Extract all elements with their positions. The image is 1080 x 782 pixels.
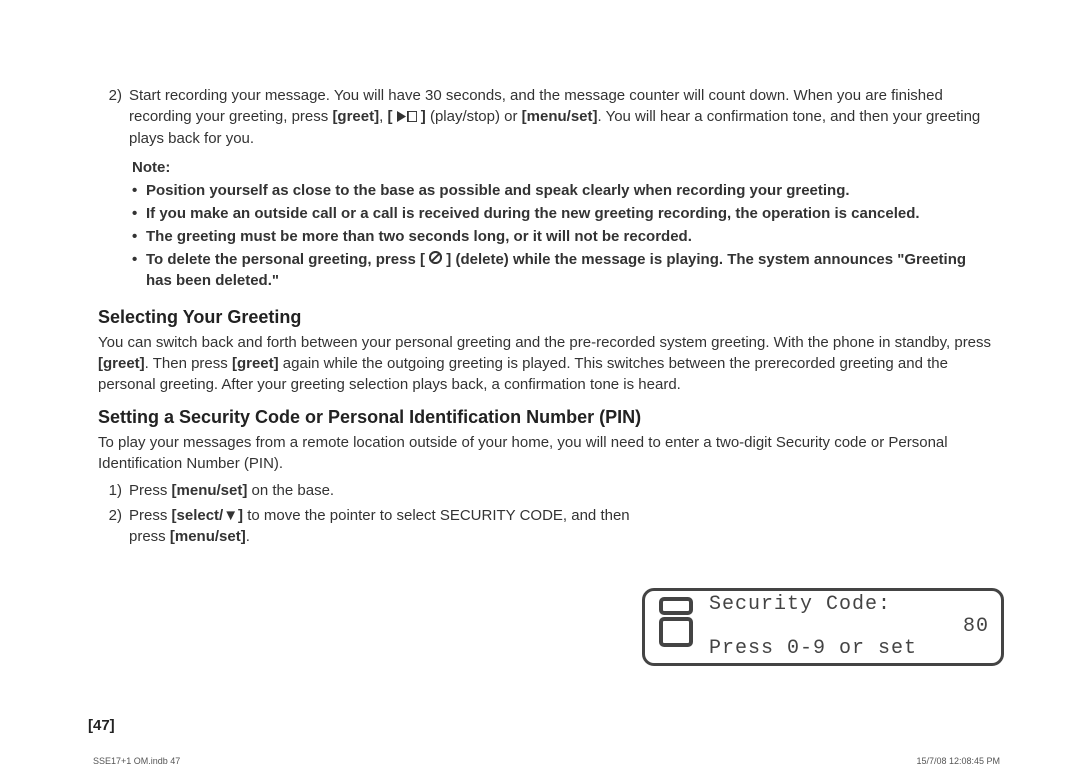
lcd-line-1: Security Code: (709, 594, 989, 616)
paragraph: You can switch back and forth between yo… (98, 332, 995, 395)
heading-selecting-greeting: Selecting Your Greeting (98, 305, 995, 330)
text: Press (129, 482, 172, 499)
delete-icon (429, 249, 442, 270)
text: on the base. (247, 482, 334, 499)
step-text: Press [menu/set] on the base. (122, 480, 334, 501)
greet-key: [greet] (98, 355, 145, 372)
step-text: Press [select/▼] to move the pointer to … (122, 505, 648, 547)
note-text: The greeting must be more than two secon… (146, 226, 692, 247)
heading-security-code: Setting a Security Code or Personal Iden… (98, 405, 995, 430)
play-stop-icon (397, 107, 417, 128)
step-1: 1) Press [menu/set] on the base. (98, 480, 648, 501)
text: . (246, 528, 250, 545)
text: (play/stop) or (426, 108, 522, 125)
note-text: To delete the personal greeting, press [… (146, 249, 995, 292)
page-number: [47] (88, 715, 115, 736)
bracket: [ (387, 108, 396, 125)
note-block: Note: • Position yourself as close to th… (98, 157, 995, 292)
menuset-key: [menu/set] (170, 528, 246, 545)
bullet-icon: • (132, 180, 146, 201)
text: Press (129, 507, 172, 524)
step-number: 2) (98, 85, 122, 149)
menuset-key: [menu/set] (172, 482, 248, 499)
paragraph: To play your messages from a remote loca… (98, 432, 995, 474)
lcd-line-2: Press 0-9 or set (709, 638, 989, 660)
note-item: • If you make an outside call or a call … (132, 203, 995, 224)
select-key: [select/▼] (172, 507, 244, 524)
footer-timestamp: 15/7/08 12:08:45 PM (916, 755, 1000, 768)
bullet-icon: • (132, 249, 146, 292)
note-item: • To delete the personal greeting, press… (132, 249, 995, 292)
note-item: • The greeting must be more than two sec… (132, 226, 995, 247)
text: You can switch back and forth between yo… (98, 334, 991, 351)
lcd-display: Security Code: 80 Press 0-9 or set (642, 588, 1004, 666)
step-2: 2) Press [select/▼] to move the pointer … (98, 505, 648, 547)
step-number: 2) (98, 505, 122, 547)
step-text: Start recording your message. You will h… (122, 85, 995, 149)
text: . Then press (145, 355, 232, 372)
note-label: Note: (132, 157, 995, 178)
note-text: If you make an outside call or a call is… (146, 203, 920, 224)
footer-filename: SSE17+1 OM.indb 47 (93, 755, 180, 768)
note-text: Position yourself as close to the base a… (146, 180, 850, 201)
note-item: • Position yourself as close to the base… (132, 180, 995, 201)
lcd-value: 80 (709, 616, 989, 638)
lcd-text: Security Code: 80 Press 0-9 or set (709, 594, 989, 660)
bracket: ] (417, 108, 426, 125)
menuset-key: [menu/set] (522, 108, 598, 125)
steps-list: 1) Press [menu/set] on the base. 2) Pres… (98, 480, 648, 547)
greet-key: [greet] (232, 355, 279, 372)
answering-machine-icon (655, 595, 697, 659)
text: To delete the personal greeting, press [ (146, 251, 429, 268)
greet-key: [greet] (332, 108, 379, 125)
step-number: 1) (98, 480, 122, 501)
bullet-icon: • (132, 226, 146, 247)
step-2: 2) Start recording your message. You wil… (98, 85, 995, 149)
bullet-icon: • (132, 203, 146, 224)
